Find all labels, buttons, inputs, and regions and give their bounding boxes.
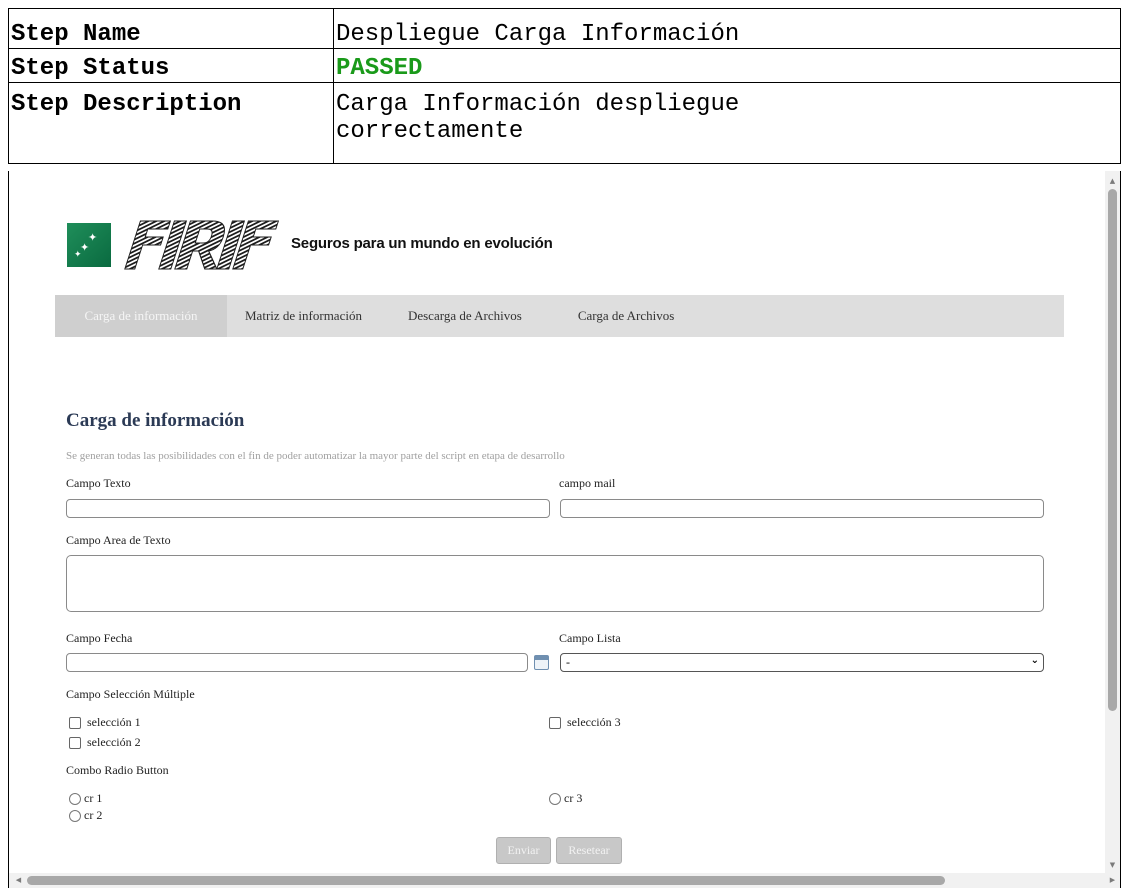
nav-item-carga-archivos[interactable]: Carga de Archivos [560,295,693,337]
campo-lista-select[interactable]: - ⌄ [560,653,1044,672]
scroll-left-icon[interactable]: ◀ [11,873,26,888]
campo-area-textarea[interactable] [66,555,1044,612]
checkbox-box[interactable] [69,716,81,729]
radio-circle[interactable] [549,792,561,805]
step-description-row: Step Description Carga Información despl… [8,82,1121,164]
radio-label: cr 3 [564,791,583,805]
checkbox-seleccion-2[interactable]: selección 2 [69,735,141,750]
campo-lista-label: Campo Lista [559,631,621,645]
radio-label: cr 1 [84,791,103,805]
vertical-scrollbar[interactable]: ▲ ▼ [1105,171,1120,873]
scroll-down-icon[interactable]: ▼ [1105,859,1120,871]
checkbox-box[interactable] [549,716,561,729]
checkbox-seleccion-3[interactable]: selección 3 [549,715,621,730]
main-nav: Carga de información Matriz de informaci… [55,295,1064,337]
step-description-line-2: correctamente [336,118,524,145]
submit-button[interactable]: Enviar [496,837,551,864]
vertical-scroll-thumb[interactable] [1108,189,1117,711]
nav-item-descarga-archivos[interactable]: Descarga de Archivos [396,295,560,337]
step-name-row: Step Name Despliegue Carga Información [8,8,1121,49]
step-description-key: Step Description [8,82,334,164]
bnp-logo-icon: ✦ ✦ ✦ [67,223,111,267]
step-status-key: Step Status [8,48,334,83]
campo-texto-input[interactable] [66,499,550,518]
horizontal-scroll-thumb[interactable] [27,876,945,885]
radio-circle[interactable] [69,792,81,805]
step-status-value: PASSED [333,48,1121,83]
radio-group-label: Combo Radio Button [66,763,169,777]
scroll-right-icon[interactable]: ▶ [1105,873,1120,888]
campo-mail-input[interactable] [560,499,1044,518]
form-description: Se generan todas las posibilidades con e… [66,450,565,462]
campo-texto-label: Campo Texto [66,476,131,490]
cardif-logo [124,220,280,270]
scroll-up-icon[interactable]: ▲ [1105,175,1120,187]
campo-area-label: Campo Area de Texto [66,533,171,547]
nav-item-carga-informacion[interactable]: Carga de información [55,295,227,337]
chevron-down-icon: ⌄ [1030,655,1039,666]
campo-mail-label: campo mail [559,476,616,490]
campo-fecha-label: Campo Fecha [66,631,133,645]
multi-select-label: Campo Selección Múltiple [66,687,195,701]
step-report-table: Step Name Despliegue Carga Información S… [8,8,1121,164]
radio-label: cr 2 [84,808,103,822]
checkbox-seleccion-1[interactable]: selección 1 [69,715,141,730]
step-status-row: Step Status PASSED [8,48,1121,83]
reset-button[interactable]: Resetear [556,837,622,864]
page-title: Carga de información [66,410,245,431]
checkbox-label: selección 3 [567,715,621,729]
campo-fecha-input[interactable] [66,653,528,672]
radio-cr-2[interactable]: cr 2 [69,808,102,823]
step-name-value: Despliegue Carga Información [333,8,1121,49]
step-name-key: Step Name [8,8,334,49]
radio-cr-1[interactable]: cr 1 [69,791,102,806]
tagline: Seguros para un mundo en evolución [291,235,553,252]
radio-cr-3[interactable]: cr 3 [549,791,582,806]
status-badge: PASSED [336,55,423,82]
checkbox-box[interactable] [69,736,81,749]
calendar-icon[interactable] [534,655,549,670]
checkbox-label: selección 2 [87,735,141,749]
step-description-line-1: Carga Información despliegue [336,91,740,118]
radio-circle[interactable] [69,809,81,822]
campo-lista-selected: - [566,655,570,669]
step-screenshot: ✦ ✦ ✦ Seguros para un mundo en evolución… [8,171,1121,888]
checkbox-label: selección 1 [87,715,141,729]
nav-item-matriz-informacion[interactable]: Matriz de información [227,295,396,337]
step-description-value: Carga Información despliegue correctament… [333,82,1121,164]
horizontal-scrollbar[interactable]: ◀ ▶ [9,873,1120,888]
